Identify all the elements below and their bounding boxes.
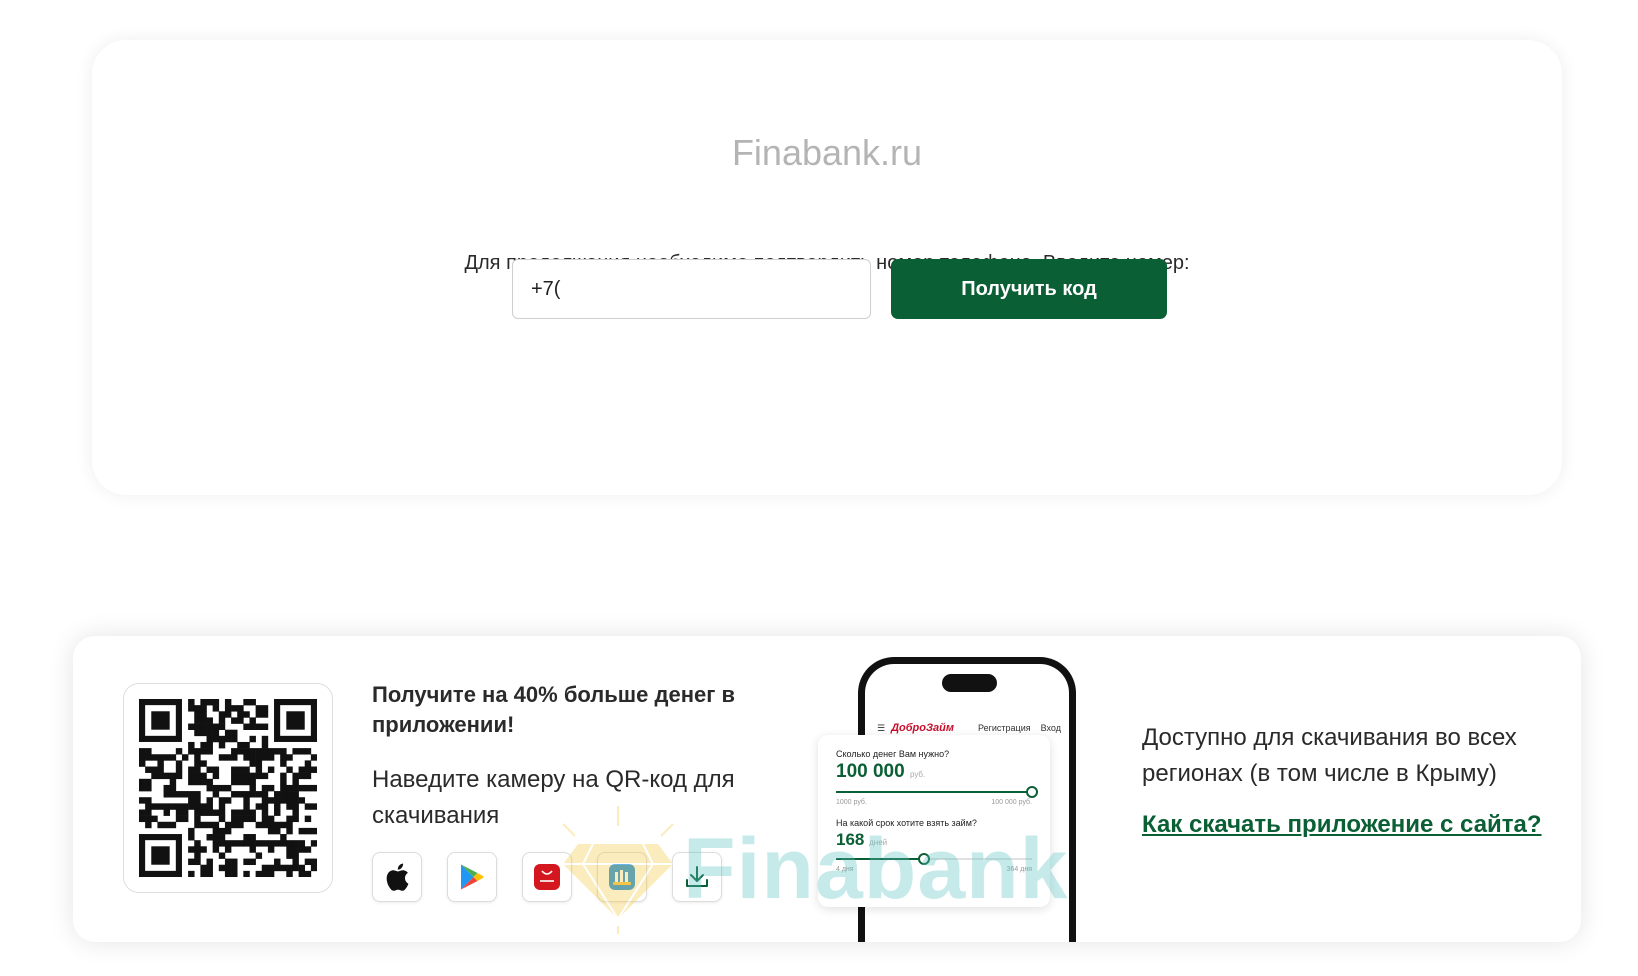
site-title: Finabank.ru — [731, 132, 923, 173]
phone-app-logo: ДоброЗайм — [891, 722, 955, 734]
amount-slider — [836, 785, 1038, 799]
banner-subheading: Наведите камеру на QR-код для скачивания — [372, 766, 735, 829]
amount-value: 100 000 руб. — [836, 761, 1032, 783]
loan-calculator-card: Сколько денег Вам нужно? 100 000 руб. 10… — [818, 735, 1050, 907]
term-question: На какой срок хотите взять займ? — [836, 818, 977, 828]
phone-app-nav: ☰ ДоброЗайм Регистрация Вход — [877, 720, 1061, 736]
direct-download-button[interactable] — [672, 852, 722, 902]
phone-notch — [942, 674, 997, 692]
download-icon — [686, 866, 708, 887]
google-play-button[interactable] — [447, 852, 497, 902]
term-min: 4 дня — [836, 866, 854, 873]
amount-question: Сколько денег Вам нужно? — [836, 749, 950, 759]
term-max: 364 дня — [1006, 866, 1032, 873]
amount-max: 100 000 руб. — [991, 799, 1032, 806]
term-slider-knob — [918, 853, 931, 865]
google-play-icon — [461, 864, 484, 890]
term-value: 168 дней — [836, 830, 1032, 850]
rustore-icon — [609, 864, 635, 890]
apple-icon — [386, 863, 409, 891]
menu-icon: ☰ — [877, 722, 886, 733]
amount-unit: руб. — [909, 770, 926, 779]
term-unit: дней — [869, 838, 888, 847]
phone-nav-login: Вход — [1040, 723, 1061, 733]
term-range: 4 дня 364 дня — [836, 866, 1032, 873]
app-download-banner: Получите на 40% больше денег в приложени… — [73, 636, 1581, 942]
store-buttons — [372, 852, 722, 902]
banner-heading: Получите на 40% больше денег в приложени… — [372, 682, 736, 737]
get-code-button[interactable]: Получить код — [891, 259, 1167, 319]
term-number: 168 — [836, 830, 865, 849]
huawei-appgallery-icon — [534, 864, 560, 890]
term-slider — [836, 852, 1032, 866]
amount-slider-knob — [1026, 786, 1038, 798]
phone-nav-register: Регистрация — [978, 723, 1031, 733]
qr-code — [123, 683, 333, 893]
phone-input[interactable] — [512, 259, 871, 319]
rustore-button[interactable] — [597, 852, 647, 902]
how-to-download-link[interactable]: Как скачать приложение с сайта? — [1142, 811, 1542, 839]
amount-range: 1000 руб. 100 000 руб. — [836, 799, 1032, 806]
amount-min: 1000 руб. — [836, 799, 867, 806]
huawei-appgallery-button[interactable] — [522, 852, 572, 902]
phone-verification-card: Finabank.ru Для продолжения необходимо п… — [92, 40, 1562, 495]
availability-text: Доступно для скачивания во всех регионах… — [1142, 724, 1517, 787]
qr-code-image — [139, 699, 317, 877]
app-store-button[interactable] — [372, 852, 422, 902]
amount-number: 100 000 — [836, 761, 905, 782]
